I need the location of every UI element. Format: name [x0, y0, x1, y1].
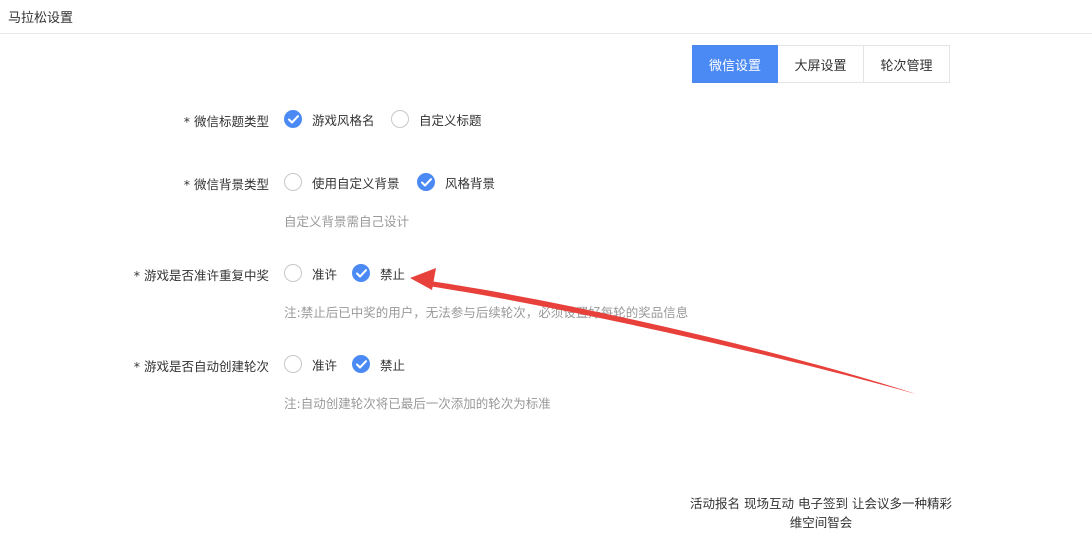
annotation-arrow-icon	[410, 268, 916, 394]
footer-line-2: 维空间智会	[789, 515, 853, 530]
footer-line-1: 活动报名 现场互动 电子签到 让会议多一种精彩	[690, 496, 952, 511]
footer-slogan: 活动报名 现场互动 电子签到 让会议多一种精彩 维空间智会	[676, 494, 966, 532]
